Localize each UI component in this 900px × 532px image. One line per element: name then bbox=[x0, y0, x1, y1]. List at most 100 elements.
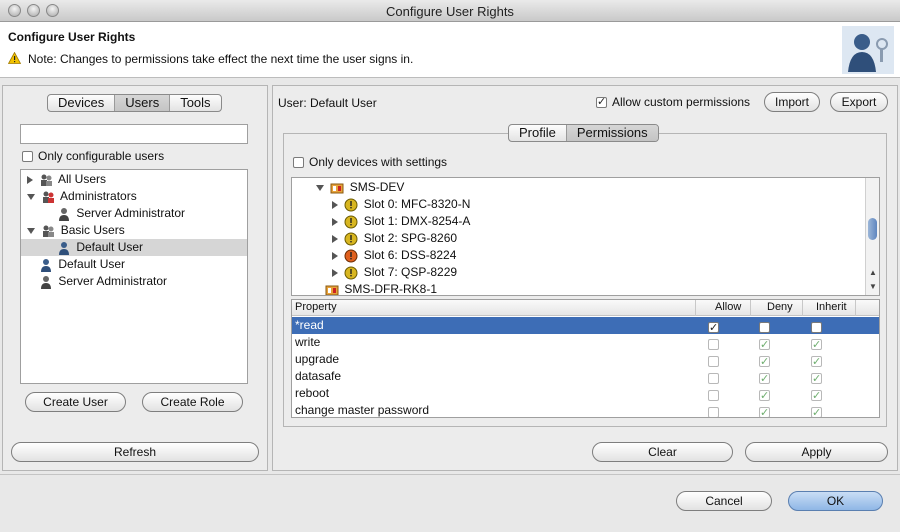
create-role-button[interactable]: Create Role bbox=[142, 392, 243, 412]
only-configurable-label: Only configurable users bbox=[38, 149, 165, 163]
inherit-checkbox[interactable] bbox=[811, 371, 822, 388]
tree-item-server-administrator-root[interactable]: Server Administrator bbox=[21, 273, 247, 290]
inherit-checkbox[interactable] bbox=[811, 337, 822, 354]
deny-checkbox[interactable] bbox=[759, 371, 770, 388]
permission-name: write bbox=[295, 335, 321, 349]
device-icon bbox=[325, 285, 339, 295]
allow-custom-label: Allow custom permissions bbox=[612, 95, 751, 109]
tree-item-server-administrator[interactable]: Server Administrator bbox=[21, 205, 247, 222]
allow-custom-check[interactable] bbox=[596, 95, 607, 108]
scroll-down-icon[interactable]: ▼ bbox=[869, 282, 877, 291]
tab-permissions[interactable]: Permissions bbox=[566, 125, 658, 141]
group-icon bbox=[41, 174, 53, 186]
inherit-checkbox[interactable] bbox=[811, 388, 822, 405]
only-configurable-check[interactable] bbox=[22, 150, 33, 162]
clear-button[interactable]: Clear bbox=[592, 442, 733, 462]
inherit-checkbox[interactable] bbox=[811, 354, 822, 371]
tree-item-basic-users[interactable]: Basic Users bbox=[21, 222, 247, 239]
column-inherit[interactable]: Inherit bbox=[816, 300, 847, 315]
column-allow[interactable]: Allow bbox=[715, 300, 741, 315]
inherit-checkbox[interactable] bbox=[811, 322, 822, 334]
permission-row-read[interactable]: *read bbox=[292, 317, 879, 337]
create-user-button[interactable]: Create User bbox=[25, 392, 126, 412]
collapse-icon[interactable] bbox=[27, 193, 35, 200]
device-item-slot-2[interactable]: Slot 2: SPG-8260 bbox=[292, 230, 879, 247]
dialog-header: Configure User Rights Note: Changes to p… bbox=[0, 22, 900, 78]
user-search-input[interactable] bbox=[20, 124, 248, 144]
device-item-label: Slot 0: MFC-8320-N bbox=[363, 197, 471, 211]
scroll-up-icon[interactable]: ▲ bbox=[869, 268, 877, 277]
device-item-sms-dfr-rk8-1[interactable]: SMS-DFR-RK8-1 bbox=[292, 281, 879, 296]
permissions-note: Note: Changes to permissions take effect… bbox=[28, 52, 414, 66]
import-button[interactable]: Import bbox=[764, 92, 820, 112]
tree-item-default-user[interactable]: Default User bbox=[21, 256, 247, 273]
only-devices-check[interactable] bbox=[293, 156, 304, 168]
device-tree: SMS-DEV Slot 0: MFC-8320-N Slot 1: DMX-8… bbox=[291, 177, 880, 296]
device-item-label: SMS-DFR-RK8-1 bbox=[344, 282, 438, 296]
device-tree-scrollbar[interactable]: ▲ ▼ bbox=[865, 178, 879, 295]
device-item-slot-0[interactable]: Slot 0: MFC-8320-N bbox=[292, 196, 879, 213]
allow-checkbox[interactable] bbox=[708, 320, 719, 337]
deny-checkbox[interactable] bbox=[759, 405, 770, 417]
inherit-checkbox[interactable] bbox=[811, 405, 822, 417]
refresh-button[interactable]: Refresh bbox=[11, 442, 259, 462]
slot-warning-icon bbox=[344, 266, 358, 280]
device-item-sms-dev[interactable]: SMS-DEV bbox=[292, 179, 879, 196]
tree-item-label: Default User bbox=[76, 240, 144, 254]
collapse-icon[interactable] bbox=[27, 227, 35, 234]
allow-checkbox[interactable] bbox=[708, 339, 719, 351]
expand-icon[interactable] bbox=[332, 251, 338, 260]
device-item-slot-7[interactable]: Slot 7: QSP-8229 bbox=[292, 264, 879, 281]
column-deny[interactable]: Deny bbox=[767, 300, 793, 315]
allow-checkbox[interactable] bbox=[708, 407, 719, 417]
expand-icon[interactable] bbox=[332, 217, 338, 226]
tree-item-all-users[interactable]: All Users bbox=[21, 171, 247, 188]
permission-row-upgrade[interactable]: upgrade bbox=[292, 351, 879, 371]
permission-name: change master password bbox=[295, 403, 430, 417]
warning-icon bbox=[8, 52, 21, 64]
allow-custom-permissions-checkbox[interactable]: Allow custom permissions bbox=[596, 95, 750, 109]
device-item-slot-6[interactable]: Slot 6: DSS-8224 bbox=[292, 247, 879, 264]
tab-devices[interactable]: Devices bbox=[48, 95, 116, 111]
expand-icon[interactable] bbox=[332, 234, 338, 243]
user-icon bbox=[59, 241, 69, 255]
tree-item-default-user-selected[interactable]: Default User bbox=[21, 239, 247, 256]
scrollbar-thumb[interactable] bbox=[868, 218, 877, 240]
tree-item-label: Basic Users bbox=[60, 223, 125, 237]
tab-users[interactable]: Users bbox=[115, 95, 171, 111]
only-devices-checkbox[interactable]: Only devices with settings bbox=[293, 155, 447, 169]
expand-icon[interactable] bbox=[27, 175, 33, 184]
tree-item-label: Administrators bbox=[60, 189, 137, 203]
allow-checkbox[interactable] bbox=[708, 356, 719, 368]
export-button[interactable]: Export bbox=[830, 92, 888, 112]
permission-row-datasafe[interactable]: datasafe bbox=[292, 368, 879, 388]
tab-profile[interactable]: Profile bbox=[509, 125, 567, 141]
deny-checkbox[interactable] bbox=[759, 354, 770, 371]
device-item-slot-1[interactable]: Slot 1: DMX-8254-A bbox=[292, 213, 879, 230]
permission-row-reboot[interactable]: reboot bbox=[292, 385, 879, 405]
apply-button[interactable]: Apply bbox=[745, 442, 888, 462]
tree-item-label: All Users bbox=[58, 172, 107, 186]
expand-icon[interactable] bbox=[332, 268, 338, 277]
ok-button[interactable]: OK bbox=[788, 491, 883, 511]
allow-checkbox[interactable] bbox=[708, 390, 719, 402]
only-configurable-checkbox[interactable]: Only configurable users bbox=[22, 149, 164, 163]
permission-row-write[interactable]: write bbox=[292, 334, 879, 354]
deny-checkbox[interactable] bbox=[759, 322, 770, 334]
tab-tools[interactable]: Tools bbox=[170, 95, 220, 111]
deny-checkbox[interactable] bbox=[759, 388, 770, 405]
tree-item-administrators[interactable]: Administrators bbox=[21, 188, 247, 205]
device-item-label: Slot 2: SPG-8260 bbox=[363, 231, 458, 245]
expand-icon[interactable] bbox=[332, 200, 338, 209]
tree-item-label: Server Administrator bbox=[58, 274, 168, 288]
slot-warning-icon bbox=[344, 215, 358, 229]
collapse-icon[interactable] bbox=[316, 184, 324, 191]
deny-checkbox[interactable] bbox=[759, 337, 770, 354]
permission-name: datasafe bbox=[295, 369, 342, 383]
allow-checkbox[interactable] bbox=[708, 373, 719, 385]
footer-divider bbox=[0, 474, 900, 475]
column-property[interactable]: Property bbox=[295, 300, 337, 315]
only-devices-label: Only devices with settings bbox=[309, 155, 448, 169]
cancel-button[interactable]: Cancel bbox=[676, 491, 772, 511]
permission-row-change-master-password[interactable]: change master password bbox=[292, 402, 879, 417]
